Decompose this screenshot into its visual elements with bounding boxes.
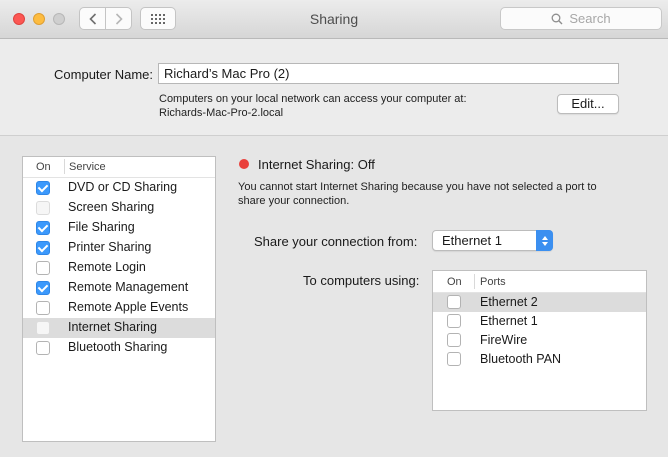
share-from-value: Ethernet 1	[442, 233, 502, 248]
service-row[interactable]: File Sharing	[23, 218, 215, 238]
service-checkbox[interactable]	[36, 241, 50, 255]
service-checkbox[interactable]	[36, 181, 50, 195]
network-address-info: Computers on your local network can acce…	[159, 92, 467, 120]
service-checkbox	[36, 321, 50, 335]
service-label: Screen Sharing	[68, 200, 155, 214]
service-row[interactable]: Screen Sharing	[23, 198, 215, 218]
computer-name-field[interactable]: Richard’s Mac Pro (2)	[158, 63, 619, 84]
column-header-on: On	[36, 161, 51, 173]
service-row[interactable]: Remote Login	[23, 258, 215, 278]
port-checkbox[interactable]	[447, 295, 461, 309]
port-row[interactable]: Bluetooth PAN	[433, 350, 646, 369]
port-label: FireWire	[480, 333, 528, 347]
service-checkbox[interactable]	[36, 261, 50, 275]
column-separator	[474, 274, 475, 289]
service-list-header: On Service	[23, 157, 215, 178]
port-label: Bluetooth PAN	[480, 352, 562, 366]
service-label: Internet Sharing	[68, 320, 157, 334]
popup-arrows-icon	[536, 230, 553, 251]
to-computers-label: To computers using:	[303, 273, 420, 288]
ports-list-header: On Ports	[433, 271, 646, 293]
computer-name-section	[0, 39, 668, 136]
title-bar: Sharing Search	[0, 0, 668, 39]
status-indicator-icon	[239, 159, 249, 169]
sharing-status: Internet Sharing: Off	[258, 157, 375, 172]
port-row[interactable]: Ethernet 1	[433, 312, 646, 331]
port-row[interactable]: FireWire	[433, 331, 646, 350]
service-label: Bluetooth Sharing	[68, 340, 168, 354]
column-header-service: Service	[69, 161, 106, 173]
port-checkbox[interactable]	[447, 333, 461, 347]
service-row[interactable]: DVD or CD Sharing	[23, 178, 215, 198]
edit-button[interactable]: Edit...	[557, 94, 619, 114]
port-checkbox[interactable]	[447, 314, 461, 328]
service-checkbox[interactable]	[36, 221, 50, 235]
service-list[interactable]: On Service DVD or CD Sharing Screen Shari…	[22, 156, 216, 442]
ports-list[interactable]: On Ports Ethernet 2 Ethernet 1 FireWire Blu…	[432, 270, 647, 411]
column-header-ports: Ports	[480, 276, 506, 288]
service-checkbox[interactable]	[36, 301, 50, 315]
service-row[interactable]: Printer Sharing	[23, 238, 215, 258]
service-label: Remote Apple Events	[68, 300, 189, 314]
share-from-label: Share your connection from:	[254, 234, 418, 249]
service-row[interactable]: Remote Apple Events	[23, 298, 215, 318]
service-checkbox[interactable]	[36, 281, 50, 295]
search-placeholder: Search	[569, 11, 611, 26]
column-separator	[64, 159, 65, 174]
service-label: Remote Login	[68, 260, 146, 274]
service-label: DVD or CD Sharing	[68, 180, 178, 194]
service-label: Printer Sharing	[68, 240, 152, 254]
service-row[interactable]: Internet Sharing	[23, 318, 215, 338]
search-field[interactable]: Search	[500, 7, 662, 30]
port-label: Ethernet 2	[480, 295, 538, 309]
service-label: File Sharing	[68, 220, 135, 234]
port-label: Ethernet 1	[480, 314, 538, 328]
service-checkbox	[36, 201, 50, 215]
service-row[interactable]: Bluetooth Sharing	[23, 338, 215, 358]
port-row[interactable]: Ethernet 2	[433, 293, 646, 312]
status-message-line: share your connection.	[238, 195, 350, 207]
local-hostname: Richards-Mac-Pro-2.local	[159, 107, 284, 119]
share-from-popup[interactable]: Ethernet 1	[432, 230, 553, 251]
computer-name-label: Computer Name:	[54, 67, 153, 82]
service-checkbox[interactable]	[36, 341, 50, 355]
network-info-line: Computers on your local network can acce…	[159, 93, 467, 105]
port-checkbox[interactable]	[447, 352, 461, 366]
service-row[interactable]: Remote Management	[23, 278, 215, 298]
status-message-line: You cannot start Internet Sharing becaus…	[238, 181, 597, 193]
search-icon	[551, 13, 563, 24]
column-header-on: On	[447, 276, 462, 288]
service-label: Remote Management	[68, 280, 189, 294]
status-message: You cannot start Internet Sharing becaus…	[238, 180, 638, 208]
